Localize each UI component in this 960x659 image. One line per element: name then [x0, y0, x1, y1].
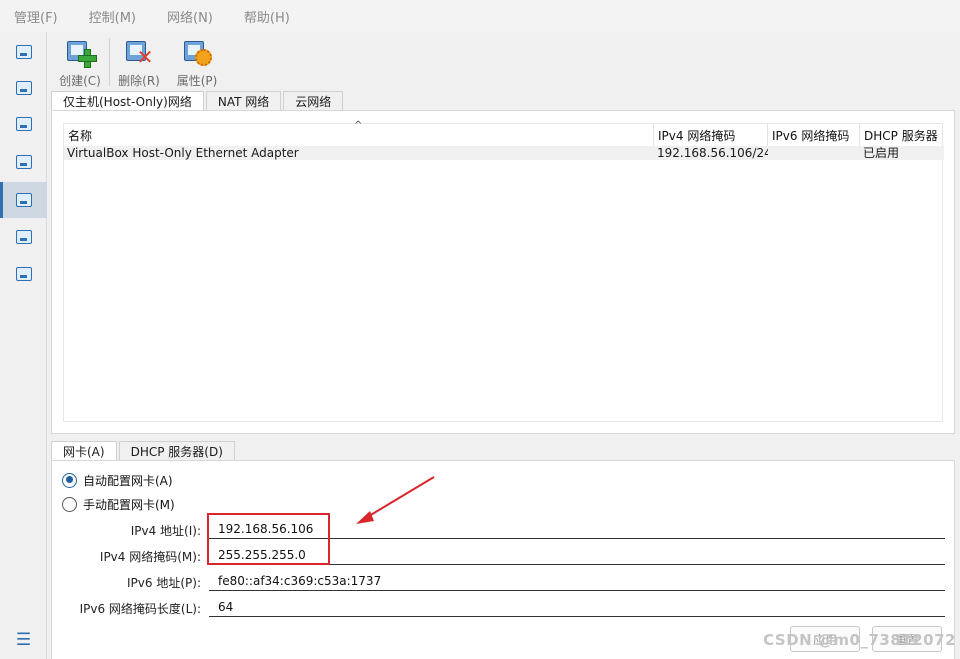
create-button[interactable]: 创建(C) — [51, 34, 109, 90]
delete-button[interactable]: ✕ 删除(R) — [110, 34, 168, 90]
header-dhcp[interactable]: DHCP 服务器 — [860, 124, 944, 146]
properties-button[interactable]: 属性(P) — [168, 34, 226, 90]
table-header: 名称 IPv4 网络掩码 IPv6 网络掩码 DHCP 服务器 — [64, 124, 944, 146]
menu-control[interactable]: 控制(M) — [89, 7, 136, 26]
sidebar-item-cloud[interactable] — [0, 219, 47, 255]
sidebar-item-extensions[interactable] — [0, 70, 47, 106]
network-list-panel: ^ 名称 IPv4 网络掩码 IPv6 网络掩码 DHCP 服务器 Virtua… — [51, 110, 955, 434]
cell-name: VirtualBox Host-Only Ethernet Adapter — [67, 146, 299, 160]
menu-help[interactable]: 帮助(H) — [244, 7, 290, 26]
cell-ipv6-mask — [768, 146, 860, 160]
ipv4-mask-label: IPv4 网络掩码(M): — [99, 550, 201, 564]
manual-config-label: 手动配置网卡(M) — [83, 497, 175, 512]
tab-host-only[interactable]: 仅主机(Host-Only)网络 — [51, 91, 204, 111]
cell-ipv4-mask: 192.168.56.106/24 — [657, 146, 768, 160]
menu-manage[interactable]: 管理(F) — [14, 7, 58, 26]
ipv6-prefix-length-input[interactable] — [209, 597, 945, 617]
sidebar-list-toggle[interactable]: ☰ — [0, 622, 47, 658]
network-icon — [15, 193, 32, 207]
manual-config-radio[interactable] — [62, 496, 77, 512]
sidebar-item-welcome[interactable] — [0, 34, 47, 70]
network-table: ^ 名称 IPv4 网络掩码 IPv6 网络掩码 DHCP 服务器 Virtua… — [63, 120, 944, 422]
auto-config-radio[interactable] — [62, 472, 77, 488]
sidebar-item-activities[interactable] — [0, 144, 47, 180]
header-name[interactable]: 名称 — [64, 124, 654, 146]
tab-dhcp-server[interactable]: DHCP 服务器(D) — [118, 441, 235, 461]
delete-icon: ✕ — [124, 36, 154, 67]
ipv6-prefix-length-label: IPv6 网络掩码长度(L): — [79, 602, 201, 616]
delete-label: 删除(R) — [118, 74, 160, 88]
tab-adapter[interactable]: 网卡(A) — [51, 441, 117, 461]
annotation-highlight-box — [207, 513, 330, 565]
annotation-arrow-icon — [356, 476, 435, 524]
ipv6-address-label: IPv6 地址(P): — [127, 576, 201, 590]
cloud-icon — [15, 230, 32, 244]
sidebar-item-media[interactable] — [0, 106, 47, 142]
auto-config-option[interactable]: 自动配置网卡(A) — [62, 471, 173, 489]
toolbar: 创建(C) ✕ 删除(R) 属性(P) — [51, 34, 226, 90]
tab-nat-network[interactable]: NAT 网络 — [205, 91, 282, 111]
properties-label: 属性(P) — [176, 74, 218, 88]
extensions-icon — [15, 81, 32, 95]
welcome-icon — [15, 45, 32, 59]
groups-icon — [15, 267, 32, 281]
watermark: CSDN @m0_73812072 — [763, 631, 956, 649]
sidebar-item-vm-groups[interactable] — [0, 256, 47, 292]
menu-bar: 管理(F) 控制(M) 网络(N) 帮助(H) — [0, 0, 960, 32]
auto-config-label: 自动配置网卡(A) — [83, 473, 173, 488]
menu-network[interactable]: 网络(N) — [167, 7, 213, 26]
manual-config-option[interactable]: 手动配置网卡(M) — [62, 495, 175, 513]
sidebar: ☰ — [0, 32, 47, 659]
network-type-tabs: 仅主机(Host-Only)网络 NAT 网络 云网络 — [51, 91, 345, 111]
ipv6-address-input[interactable] — [209, 571, 945, 591]
properties-icon — [182, 36, 212, 66]
tab-cloud-network[interactable]: 云网络 — [283, 91, 344, 111]
activities-icon — [15, 155, 32, 169]
media-icon — [15, 117, 32, 131]
cell-dhcp: 已启用 — [863, 146, 900, 160]
ipv4-address-label: IPv4 地址(I): — [130, 524, 201, 538]
header-ipv4-mask[interactable]: IPv4 网络掩码 — [654, 124, 768, 146]
create-label: 创建(C) — [59, 74, 101, 88]
header-ipv6-mask[interactable]: IPv6 网络掩码 — [768, 124, 860, 146]
create-icon — [65, 36, 97, 68]
sidebar-item-network[interactable] — [0, 182, 47, 218]
detail-tabs: 网卡(A) DHCP 服务器(D) — [51, 441, 237, 461]
table-row[interactable]: VirtualBox Host-Only Ethernet Adapter 19… — [64, 146, 944, 160]
list-icon: ☰ — [15, 629, 32, 650]
